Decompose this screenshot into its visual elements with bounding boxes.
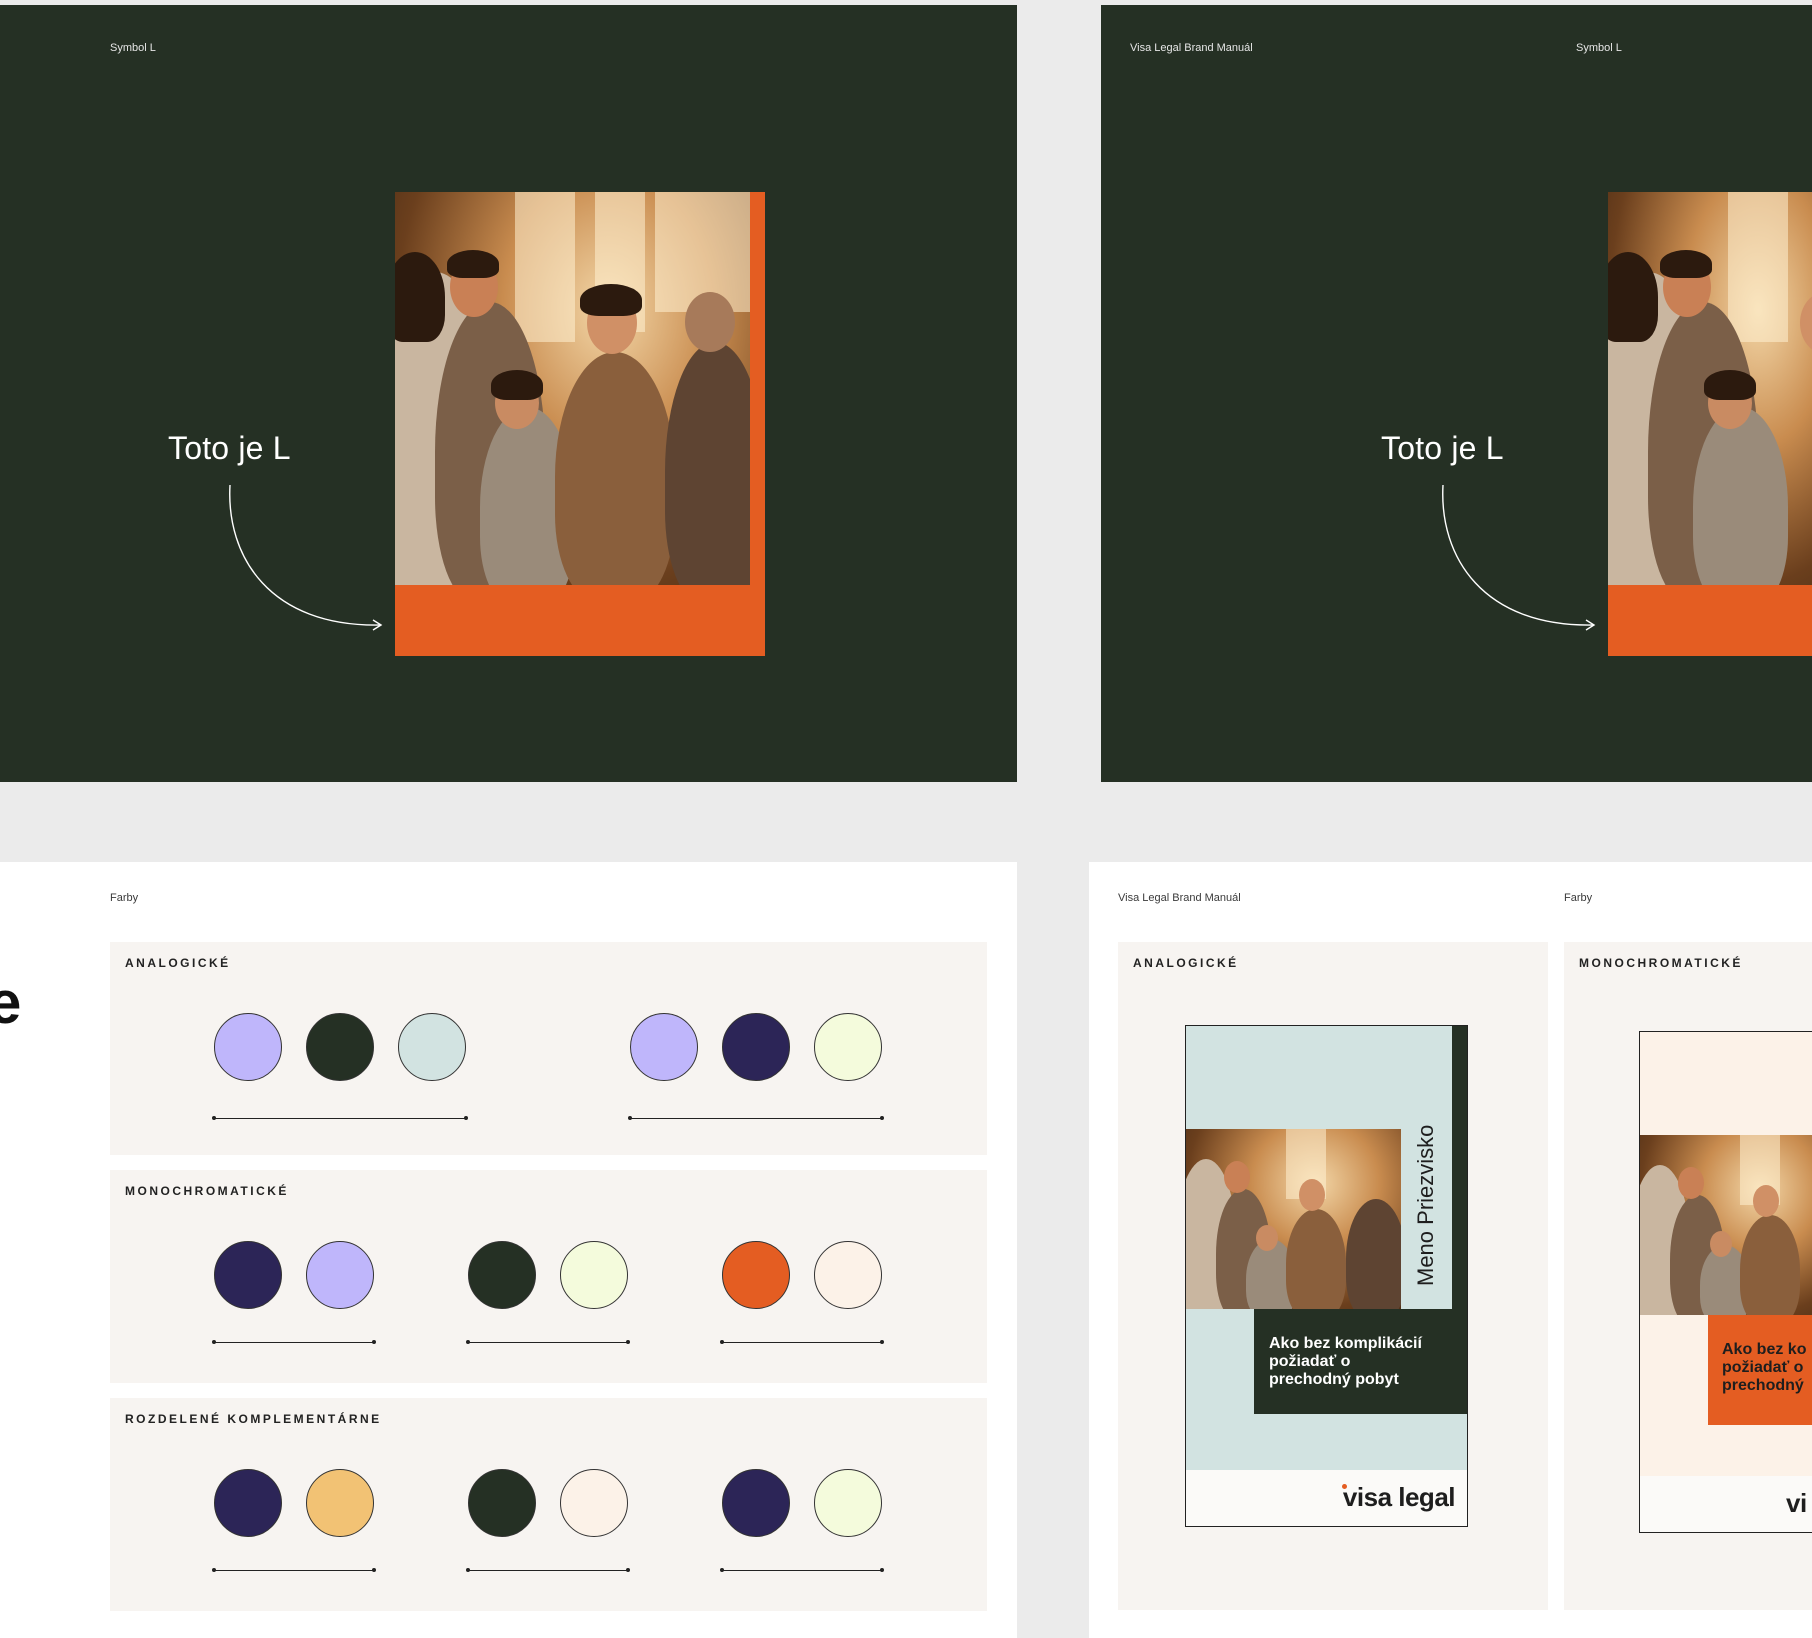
poster-name-vertical: Meno Priezvisko bbox=[1413, 1124, 1438, 1286]
color-swatch[interactable] bbox=[214, 1013, 282, 1081]
palette-panel-rozdelene-komplementarne: ROZDELENÉ KOMPLEMENTÁRNE bbox=[110, 1398, 987, 1611]
color-swatch[interactable] bbox=[306, 1241, 374, 1309]
swatch-group-rule bbox=[720, 1568, 884, 1572]
panel-title: MONOCHROMATICKÉ bbox=[125, 1184, 289, 1198]
slide-section-label: Farby bbox=[1564, 892, 1593, 904]
poster-headline: Ako bez ko požiadať o prechodný bbox=[1722, 1341, 1807, 1394]
poster-mockup[interactable]: Meno Priezvisko Ako bez komplikácií poži… bbox=[1185, 1025, 1468, 1527]
color-swatch[interactable] bbox=[722, 1469, 790, 1537]
palette-panel-monochromaticke: MONOCHROMATICKÉ bbox=[110, 1170, 987, 1383]
poster-footer: vi bbox=[1640, 1476, 1812, 1532]
color-swatch[interactable] bbox=[722, 1013, 790, 1081]
cropped-heading-glyph: e bbox=[0, 969, 22, 1036]
color-swatch[interactable] bbox=[814, 1241, 882, 1309]
color-swatch[interactable] bbox=[560, 1469, 628, 1537]
visa-legal-logo: visa legal bbox=[1342, 1482, 1456, 1512]
poster-photo bbox=[1186, 1129, 1401, 1309]
swatch-group-rule bbox=[212, 1340, 376, 1344]
swatch-group-rule bbox=[720, 1340, 884, 1344]
callout-text: Toto je L bbox=[1381, 430, 1504, 466]
color-swatch[interactable] bbox=[722, 1241, 790, 1309]
slide-farby-right[interactable]: Visa Legal Brand Manuál Farby ANALOGICKÉ… bbox=[1089, 862, 1812, 1638]
callout-arrow-icon bbox=[1442, 484, 1596, 631]
poster-photo bbox=[1640, 1135, 1812, 1315]
color-swatch[interactable] bbox=[306, 1013, 374, 1081]
family-photo bbox=[395, 192, 750, 585]
slide-farby-left[interactable]: Farby e ANALOGICKÉ MONOCHROMATICKÉ ROZDE… bbox=[0, 862, 1017, 1638]
color-swatch[interactable] bbox=[468, 1469, 536, 1537]
swatch-group-rule bbox=[466, 1568, 630, 1572]
slide-symbol-l-right[interactable]: Visa Legal Brand Manuál Symbol L Toto je… bbox=[1101, 5, 1812, 782]
panel-title: ANALOGICKÉ bbox=[125, 956, 231, 970]
swatch-group-rule bbox=[212, 1116, 468, 1120]
visa-legal-logo: vi bbox=[1786, 1488, 1807, 1518]
callout-arrow-icon bbox=[229, 484, 383, 631]
slide-section-label: Farby bbox=[110, 892, 139, 904]
palette-panel-analogicke: ANALOGICKÉ bbox=[110, 942, 987, 1155]
slide-section-label: Symbol L bbox=[1576, 42, 1622, 54]
family-photo bbox=[1608, 192, 1812, 585]
callout-text: Toto je L bbox=[168, 430, 291, 466]
color-swatch[interactable] bbox=[214, 1241, 282, 1309]
slide-symbol-l-left[interactable]: Symbol L Toto je L bbox=[0, 5, 1017, 782]
color-swatch[interactable] bbox=[814, 1469, 882, 1537]
color-swatch[interactable] bbox=[630, 1013, 698, 1081]
poster-headline: Ako bez komplikácií požiadať o prechodný… bbox=[1269, 1335, 1422, 1388]
swatch-group-rule bbox=[628, 1116, 884, 1120]
brand-manual-label: Visa Legal Brand Manuál bbox=[1130, 42, 1253, 54]
poster-footer: visa legal bbox=[1186, 1470, 1467, 1526]
panel-title: ROZDELENÉ KOMPLEMENTÁRNE bbox=[125, 1412, 382, 1426]
color-swatch[interactable] bbox=[214, 1469, 282, 1537]
slide-section-label: Symbol L bbox=[110, 42, 156, 54]
swatch-group-rule bbox=[212, 1568, 376, 1572]
color-swatch[interactable] bbox=[560, 1241, 628, 1309]
swatch-group-rule bbox=[466, 1340, 630, 1344]
brand-manual-label: Visa Legal Brand Manuál bbox=[1118, 892, 1241, 904]
logo-accent-dot bbox=[1342, 1484, 1347, 1489]
panel-title: MONOCHROMATICKÉ bbox=[1579, 956, 1743, 970]
poster-mockup[interactable]: Ako bez ko požiadať o prechodný vi bbox=[1639, 1031, 1812, 1533]
color-swatch[interactable] bbox=[814, 1013, 882, 1081]
color-swatch[interactable] bbox=[468, 1241, 536, 1309]
color-swatch[interactable] bbox=[398, 1013, 466, 1081]
poster-panel-analogicke: ANALOGICKÉ Meno Priezvisko Ako bez kompl… bbox=[1118, 942, 1548, 1610]
color-swatch[interactable] bbox=[306, 1469, 374, 1537]
panel-title: ANALOGICKÉ bbox=[1133, 956, 1239, 970]
poster-panel-monochromaticke: MONOCHROMATICKÉ Ako bez ko požiadať o pr… bbox=[1564, 942, 1812, 1610]
